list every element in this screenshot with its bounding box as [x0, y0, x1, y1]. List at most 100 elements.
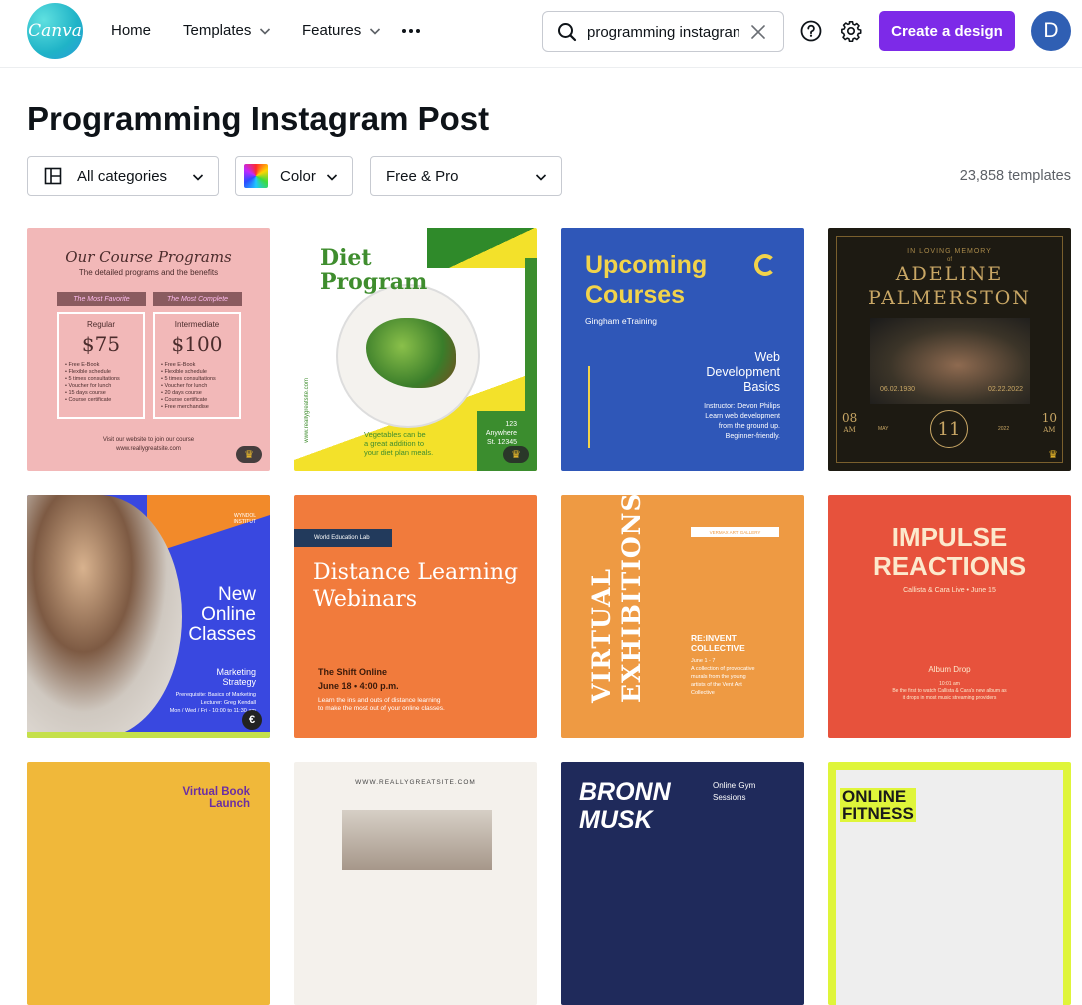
nav-templates[interactable]: Templates — [183, 22, 273, 39]
template-card[interactable]: IMPULSE REACTIONS Callista & Cara Live • … — [828, 495, 1071, 738]
template-subheading: The Shift Online June 18 • 4:00 p.m. — [318, 667, 399, 691]
euro-icon: € — [242, 710, 262, 730]
chevron-down-icon — [326, 174, 338, 181]
template-tag: The Most Complete — [153, 292, 242, 306]
plan-price: $75 — [81, 332, 121, 356]
page-title: Programming Instagram Post — [27, 100, 490, 137]
template-label: VERMAX ART GALLERY — [691, 527, 779, 537]
template-photo — [342, 810, 492, 870]
accent-shape — [427, 228, 537, 268]
template-address: 123 Anywhere St. 12345 — [485, 421, 517, 446]
price-filter[interactable]: Free & Pro — [370, 156, 562, 196]
template-heading: ADELINE PALMERSTON — [868, 263, 1031, 309]
nav-features-label: Features — [302, 22, 362, 39]
brand-logo-icon — [754, 254, 776, 276]
template-subheading: Callista & Cara Live • June 15 — [903, 587, 996, 594]
time-right: 10 AM — [1041, 411, 1057, 434]
template-tag: The Most Favorite — [57, 292, 146, 306]
template-subheading: The detailed programs and the benefits — [78, 268, 219, 277]
template-card[interactable]: WWW.REALLYGREATSITE.COM — [294, 762, 537, 1005]
chevron-down-icon — [535, 174, 547, 181]
plan-name: Regular — [86, 320, 115, 329]
accent-bar — [27, 732, 270, 738]
template-heading: Distance Learning Webinars — [313, 560, 519, 612]
template-heading: BRONN MUSK — [579, 778, 671, 834]
plan-price: $100 — [171, 332, 223, 356]
template-heading: VIRTUAL EXHIBITIONS — [587, 495, 646, 703]
website-text: www.reallygreatsite.com — [304, 378, 310, 443]
plan-features: • Free E-Book • Flexible schedule • 5 tim… — [161, 362, 216, 410]
template-heading: WWW.REALLYGREATSITE.COM — [355, 779, 476, 786]
close-icon[interactable] — [749, 23, 767, 41]
plan-features: • Free E-Book • Flexible schedule • 5 tim… — [65, 362, 120, 403]
student-photo — [27, 495, 182, 738]
template-subheading: IN LOVING MEMORY — [907, 248, 992, 255]
help-icon[interactable] — [800, 20, 822, 42]
template-card[interactable]: IN LOVING MEMORY of ADELINE PALMERSTON 06… — [828, 228, 1071, 471]
time-left: 08 AM — [842, 411, 858, 434]
template-info: 10:01 am Be the first to watch Callista &… — [892, 681, 1007, 701]
search-icon[interactable] — [557, 22, 577, 42]
categories-filter[interactable]: All categories — [27, 156, 219, 196]
canva-logo[interactable]: Canva — [27, 3, 83, 59]
nav-features[interactable]: Features — [302, 22, 383, 39]
nav-templates-label: Templates — [183, 22, 252, 39]
template-count: 23,858 templates — [959, 168, 1071, 184]
template-card[interactable]: Diet Program www.reallygreatsite.com Vege… — [294, 228, 537, 471]
template-heading: Diet Program — [320, 245, 428, 295]
template-heading: IMPULSE REACTIONS — [872, 522, 1027, 581]
avatar[interactable]: D — [1031, 11, 1071, 51]
crown-icon: ♛ — [236, 446, 262, 463]
template-card[interactable]: Upcoming Courses Gingham eTraining Web Dev… — [561, 228, 804, 471]
template-card[interactable]: WYNDOL INSTITUT New Online Classes Marketin… — [27, 495, 270, 738]
nav-home[interactable]: Home — [111, 22, 151, 39]
crown-icon: ♛ — [1048, 449, 1058, 461]
template-subheading: Online Gym Sessions — [713, 781, 756, 802]
template-heading: Our Course Programs — [65, 248, 232, 266]
search-input[interactable] — [587, 21, 739, 43]
memorial-day: 11 — [930, 410, 968, 448]
course-info: Prerequisite: Basics of Marketing Lecture… — [169, 692, 256, 714]
color-filter-label: Color — [280, 167, 316, 185]
search-bar — [542, 11, 784, 52]
template-info: Learn the ins and outs of distance learn… — [318, 697, 445, 712]
chevron-down-icon — [370, 27, 381, 35]
template-subheading: RE:INVENT COLLECTIVE — [691, 633, 745, 653]
memorial-year: 2022 — [998, 426, 1010, 432]
divider — [588, 366, 590, 448]
template-card[interactable]: VIRTUAL EXHIBITIONS VERMAX ART GALLERY RE… — [561, 495, 804, 738]
memorial-month: MAY — [878, 426, 889, 432]
template-card[interactable]: BRONN MUSK Online Gym Sessions — [561, 762, 804, 1005]
template-heading: New Online Classes — [188, 584, 256, 645]
gear-icon[interactable] — [840, 20, 862, 42]
template-footer: Visit our website to join our course www.… — [102, 437, 195, 452]
price-filter-label: Free & Pro — [386, 167, 459, 185]
template-organization: Gingham eTraining — [585, 316, 657, 326]
template-card[interactable]: Virtual Book Launch — [27, 762, 270, 1005]
template-caption: Vegetables can be a great addition to your… — [364, 430, 434, 457]
top-navigation-bar: Canva Home Templates Features Create a d… — [0, 0, 1082, 68]
template-label: World Education Lab — [294, 529, 392, 547]
template-card[interactable]: Our Course Programs The detailed program… — [27, 228, 270, 471]
color-swatch-icon — [244, 164, 268, 188]
color-filter[interactable]: Color — [235, 156, 353, 196]
more-menu-button[interactable] — [402, 22, 424, 40]
nav-home-label: Home — [111, 22, 152, 39]
brand-name: WYNDOL INSTITUT — [233, 513, 257, 525]
chevron-down-icon — [192, 174, 204, 181]
crown-icon: ♛ — [503, 446, 529, 463]
template-label: Album Drop — [928, 665, 971, 674]
course-info: Instructor: Devon Philips Learn web devel… — [704, 403, 780, 440]
categories-filter-label: All categories — [77, 167, 168, 185]
template-info: June 1 - 7A collection of provocative mur… — [691, 658, 755, 696]
course-title: Web Development Basics — [706, 350, 780, 394]
template-heading: ONLINE FITNESS — [840, 787, 916, 823]
plan-name: Intermediate — [174, 320, 220, 329]
chevron-down-icon — [260, 27, 271, 35]
template-heading: Virtual Book Launch — [182, 786, 250, 810]
template-heading: Upcoming Courses — [585, 251, 708, 309]
template-card[interactable]: World Education Lab Distance Learning Web… — [294, 495, 537, 738]
template-card[interactable]: ONLINE FITNESS — [828, 762, 1071, 1005]
create-design-button[interactable]: Create a design — [879, 11, 1015, 51]
layout-icon — [44, 167, 62, 185]
